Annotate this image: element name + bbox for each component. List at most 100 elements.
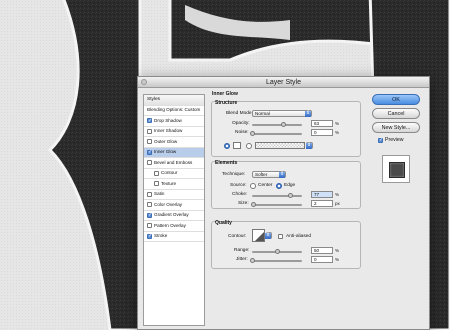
styles-list-header[interactable]: Styles	[144, 95, 204, 106]
style-item-label: Drop Shadow	[154, 117, 182, 123]
style-item-label: Blending Options: Custom	[147, 107, 201, 112]
range-label: Range:	[234, 248, 250, 253]
panel-title: Inner Glow	[212, 91, 238, 97]
dialog-title: Layer Style	[265, 79, 302, 86]
style-item-checkbox[interactable]	[147, 117, 152, 125]
preview-row: Preview	[378, 136, 404, 144]
jitter-slider[interactable]	[249, 258, 302, 263]
source-center-radio[interactable]	[250, 183, 256, 189]
size-slider[interactable]	[250, 202, 302, 207]
chevron-updown-icon	[305, 110, 311, 117]
style-item-stroke[interactable]: Stroke	[144, 232, 204, 242]
blend-mode-value: Normal	[255, 111, 270, 116]
range-input[interactable]: 50	[311, 247, 333, 254]
noise-slider[interactable]	[249, 131, 302, 136]
jitter-label: Jitter:	[236, 257, 248, 262]
source-edge-radio[interactable]	[276, 183, 282, 189]
anti-aliased-checkbox[interactable]	[278, 234, 283, 239]
blend-mode-select[interactable]: Normal	[252, 110, 312, 117]
style-item-checkbox[interactable]	[154, 170, 159, 176]
close-icon[interactable]	[141, 79, 147, 85]
jitter-slider-knob[interactable]	[249, 258, 255, 263]
noise-slider-knob[interactable]	[249, 131, 255, 136]
style-item-drop-shadow[interactable]: Drop Shadow	[144, 116, 204, 127]
style-item-label: Outer Glow	[154, 138, 178, 144]
style-item-outer-glow[interactable]: Outer Glow	[144, 137, 204, 148]
style-preview-thumbnail	[389, 162, 405, 178]
style-item-satin[interactable]: Satin	[144, 190, 204, 200]
opacity-input[interactable]: 63	[311, 120, 333, 127]
style-item-label: Texture	[161, 180, 177, 186]
size-slider-knob[interactable]	[250, 202, 256, 207]
range-slider-knob[interactable]	[274, 249, 280, 254]
style-item-label: Bevel and Emboss	[154, 159, 193, 165]
range-unit: %	[335, 248, 340, 253]
contour-dropdown[interactable]	[265, 232, 272, 239]
source-edge-label: Edge	[284, 183, 296, 188]
choke-input[interactable]: 77	[311, 191, 333, 198]
style-item-color-overlay[interactable]: Color Overlay	[144, 200, 204, 211]
preview-checkbox[interactable]	[378, 136, 383, 144]
style-item-inner-glow[interactable]: Inner Glow	[144, 147, 204, 158]
style-item-bevel-and-emboss[interactable]: Bevel and Emboss	[144, 158, 204, 169]
size-input[interactable]: 2	[311, 200, 333, 207]
anti-aliased-label: Anti-aliased	[286, 234, 312, 239]
choke-label: Choke:	[232, 192, 248, 197]
choke-slider-knob[interactable]	[288, 193, 293, 198]
contour-curve-icon	[255, 232, 264, 241]
quality-title: Quality	[215, 220, 232, 226]
technique-select[interactable]: Softer	[252, 171, 286, 178]
style-item-checkbox[interactable]	[147, 160, 152, 166]
structure-title: Structure	[215, 100, 238, 106]
gradient-dropdown[interactable]	[306, 142, 313, 149]
jitter-unit: %	[335, 257, 340, 262]
style-item-checkbox[interactable]	[147, 211, 152, 219]
style-item-checkbox[interactable]	[147, 148, 152, 156]
style-item-label: Gradient Overlay	[154, 212, 189, 217]
size-unit: px	[335, 201, 340, 206]
technique-value: Softer	[255, 172, 268, 177]
jitter-input[interactable]: 0	[311, 256, 333, 263]
choke-unit: %	[335, 192, 340, 197]
style-item-pattern-overlay[interactable]: Pattern Overlay	[144, 221, 204, 232]
gradient-radio[interactable]	[246, 143, 252, 149]
chevron-down-icon	[265, 232, 271, 239]
style-item-label: Contour	[161, 170, 178, 175]
style-item-checkbox[interactable]	[154, 181, 159, 187]
dialog-titlebar: Layer Style	[138, 77, 429, 88]
style-item-label: Satin	[154, 191, 165, 196]
solid-color-radio[interactable]	[224, 143, 230, 149]
new-style-button[interactable]: New Style...	[372, 122, 420, 133]
elements-title: Elements	[215, 160, 238, 166]
style-item-checkbox[interactable]	[147, 128, 152, 134]
style-item-checkbox[interactable]	[147, 232, 152, 240]
style-item-checkbox[interactable]	[147, 191, 152, 197]
style-item-texture[interactable]: Texture	[144, 179, 204, 190]
style-item-checkbox[interactable]	[147, 139, 152, 145]
noise-input[interactable]: 0	[311, 129, 333, 136]
style-item-contour[interactable]: Contour	[144, 169, 204, 179]
style-item-label: Pattern Overlay	[154, 222, 186, 228]
style-item-checkbox[interactable]	[147, 223, 152, 229]
range-slider[interactable]	[252, 249, 302, 254]
chevron-updown-icon	[279, 171, 285, 178]
opacity-slider-knob[interactable]	[281, 122, 286, 127]
style-item-label: Inner Shadow	[154, 128, 183, 133]
choke-slider[interactable]	[252, 193, 302, 198]
cancel-button[interactable]: Cancel	[372, 108, 420, 119]
style-item-inner-shadow[interactable]: Inner Shadow	[144, 127, 204, 137]
styles-list: StylesBlending Options: Custom Drop Shado…	[143, 94, 205, 326]
glow-gradient-picker[interactable]	[255, 142, 305, 149]
contour-picker[interactable]	[252, 229, 265, 242]
preview-label: Preview	[385, 137, 404, 143]
glow-color-swatch[interactable]	[233, 142, 241, 149]
style-item-label: Stroke	[154, 233, 168, 238]
style-item-gradient-overlay[interactable]: Gradient Overlay	[144, 211, 204, 221]
opacity-slider[interactable]	[252, 122, 302, 127]
style-item-blending-options-custom[interactable]: Blending Options: Custom	[144, 106, 204, 116]
ok-button[interactable]: OK	[372, 94, 420, 105]
opacity-unit: %	[335, 121, 340, 126]
chevron-down-icon	[306, 142, 312, 149]
style-item-checkbox[interactable]	[147, 202, 152, 208]
inner-glow-panel: Inner Glow Structure Blend Mode: Normal …	[210, 91, 364, 327]
